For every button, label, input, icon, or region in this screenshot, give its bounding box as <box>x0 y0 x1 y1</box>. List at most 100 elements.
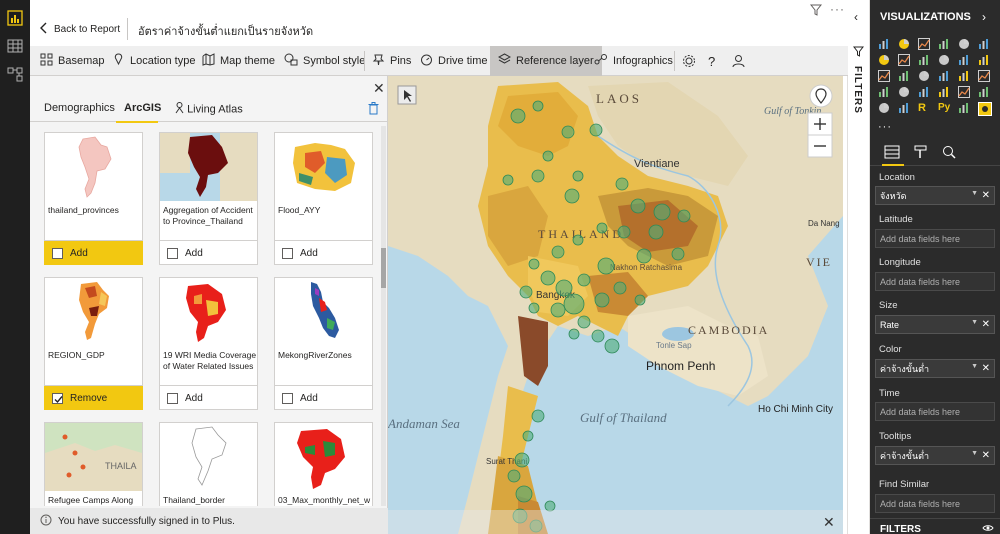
gauge-icon[interactable] <box>898 86 910 98</box>
kpi-icon[interactable] <box>958 86 970 98</box>
layer-card-aggregation-of-accident[interactable]: Aggregation of Accident to Province_Thai… <box>159 132 258 265</box>
format-paint-roller-icon[interactable] <box>914 145 928 162</box>
checkbox[interactable] <box>282 247 293 259</box>
clustered-column-icon[interactable] <box>938 38 950 50</box>
close-icon[interactable]: ✕ <box>373 80 385 97</box>
back-to-report-button[interactable]: Back to Report <box>40 22 120 37</box>
filled-map-icon[interactable] <box>978 70 990 82</box>
ribbon-chart-icon[interactable] <box>958 54 970 66</box>
chevron-down-icon[interactable]: ▼ <box>971 319 978 326</box>
add-layer-button[interactable]: Add <box>159 385 258 410</box>
data-view-icon[interactable] <box>5 36 25 56</box>
drive-time-button[interactable]: Drive time <box>416 46 492 76</box>
symbol-style-button[interactable]: Symbol style <box>280 46 369 76</box>
remove-field-icon[interactable]: ✕ <box>982 450 990 461</box>
trash-icon[interactable] <box>368 102 379 118</box>
scatter-icon[interactable] <box>878 70 890 82</box>
pins-button[interactable]: Pins <box>368 46 415 76</box>
layer-card-region-gdp[interactable]: REGION_GDP Remove <box>44 277 143 410</box>
clustered-bar-icon[interactable] <box>918 38 930 50</box>
stacked-area-icon[interactable] <box>918 54 930 66</box>
funnel-icon[interactable] <box>878 86 890 98</box>
checkbox[interactable] <box>282 392 293 404</box>
location-type-button[interactable]: Location type <box>108 46 199 76</box>
filter-icon[interactable] <box>809 4 823 19</box>
report-view-icon[interactable] <box>5 8 25 28</box>
add-layer-button[interactable]: Add <box>274 385 373 410</box>
close-icon[interactable]: ✕ <box>823 514 835 531</box>
layer-card-thailand-provinces[interactable]: thailand_provinces Add <box>44 132 143 265</box>
chevron-left-icon[interactable]: ‹ <box>854 10 858 24</box>
checkbox[interactable] <box>52 247 63 259</box>
map-canvas[interactable]: LAOS Vientiane THAILAND Nakhon Ratchasim… <box>388 76 843 534</box>
tab-demographics[interactable]: Demographics <box>44 102 115 114</box>
filters-pane-collapsed[interactable]: ‹ FILTERS <box>848 0 870 534</box>
stacked-bar-100-icon[interactable] <box>958 38 970 50</box>
more-visuals-icon[interactable]: ··· <box>878 121 892 133</box>
eye-icon[interactable] <box>982 523 994 534</box>
basemap-button[interactable]: Basemap <box>36 46 108 76</box>
stacked-column-100-icon[interactable] <box>978 38 990 50</box>
visual-type-icon[interactable] <box>978 102 992 116</box>
reference-layer-button[interactable]: Reference layer <box>490 46 602 76</box>
chevron-right-icon[interactable]: › <box>982 10 986 24</box>
scrollbar-thumb[interactable] <box>381 248 386 288</box>
multirow-card-icon[interactable] <box>938 86 950 98</box>
remove-field-icon[interactable]: ✕ <box>982 319 990 330</box>
waterfall-icon[interactable] <box>978 54 990 66</box>
tab-living-atlas[interactable]: Living Atlas <box>175 102 243 117</box>
remove-layer-button[interactable]: Remove <box>44 385 143 410</box>
chevron-down-icon[interactable]: ▼ <box>971 363 978 370</box>
chevron-down-icon[interactable]: ▼ <box>971 450 978 457</box>
pie-chart-icon[interactable] <box>898 70 910 82</box>
size-field-well[interactable]: Rate ▼ ✕ <box>875 315 995 334</box>
model-view-icon[interactable] <box>5 64 25 84</box>
user-icon[interactable] <box>728 46 749 76</box>
gear-icon[interactable] <box>678 46 700 76</box>
infographics-button[interactable]: Infographics <box>590 46 677 76</box>
layer-card-thailand-border[interactable]: Thailand_border <box>159 422 258 506</box>
remove-field-icon[interactable]: ✕ <box>982 363 990 374</box>
longitude-field-well[interactable]: Add data fields here <box>875 272 995 291</box>
more-options-icon[interactable]: ··· <box>830 2 845 16</box>
layer-card-flood-ayy[interactable]: Flood_AYY Add <box>274 132 373 265</box>
line-chart-icon[interactable] <box>878 54 890 66</box>
arcgis-map-icon[interactable] <box>958 102 970 114</box>
add-layer-button[interactable]: Add <box>44 240 143 265</box>
remove-field-icon[interactable]: ✕ <box>982 190 990 201</box>
map-theme-button[interactable]: Map theme <box>198 46 279 76</box>
map-icon[interactable] <box>958 70 970 82</box>
matrix-icon[interactable] <box>898 102 910 114</box>
slicer-icon[interactable] <box>978 86 990 98</box>
filters-section-header[interactable]: FILTERS <box>870 518 1000 534</box>
location-field-well[interactable]: จังหวัด ▼ ✕ <box>875 186 995 205</box>
layer-card-wri-media-coverage[interactable]: 19 WRI Media Coverage of Water Related I… <box>159 277 258 410</box>
area-chart-icon[interactable] <box>898 54 910 66</box>
checkbox[interactable] <box>167 247 178 259</box>
treemap-icon[interactable] <box>938 70 950 82</box>
layer-card-mekong-river-zones[interactable]: MekongRiverZones Add <box>274 277 373 410</box>
latitude-field-well[interactable]: Add data fields here <box>875 229 995 248</box>
time-field-well[interactable]: Add data fields here <box>875 402 995 421</box>
scrollbar-track[interactable] <box>381 126 386 506</box>
python-visual-icon[interactable]: Py <box>938 102 954 114</box>
card-icon[interactable] <box>918 86 930 98</box>
tooltips-field-well[interactable]: ค่าจ้างขั้นต่ำ ▼ ✕ <box>875 446 995 465</box>
layer-card-max-monthly-net[interactable]: 03_Max_monthly_net_w <box>274 422 373 506</box>
analytics-magnifier-icon[interactable] <box>942 145 956 162</box>
layer-card-refugee-camps[interactable]: THAILA Refugee Camps Along <box>44 422 143 506</box>
line-column-icon[interactable] <box>938 54 950 66</box>
map-view[interactable]: LAOS Vientiane THAILAND Nakhon Ratchasim… <box>388 76 843 534</box>
tab-arcgis[interactable]: ArcGIS <box>124 102 161 114</box>
stacked-column-icon[interactable] <box>898 38 910 50</box>
find-similar-field-well[interactable]: Add data fields here <box>875 494 995 513</box>
help-icon[interactable]: ? <box>704 46 719 76</box>
r-visual-icon[interactable]: R <box>918 102 930 114</box>
color-field-well[interactable]: ค่าจ้างขั้นต่ำ ▼ ✕ <box>875 359 995 378</box>
stacked-bar-icon[interactable] <box>878 38 890 50</box>
checkbox-checked[interactable] <box>52 392 63 404</box>
table-icon[interactable] <box>878 102 890 114</box>
chevron-down-icon[interactable]: ▼ <box>971 190 978 197</box>
donut-chart-icon[interactable] <box>918 70 930 82</box>
fields-tab-icon[interactable] <box>884 145 900 162</box>
